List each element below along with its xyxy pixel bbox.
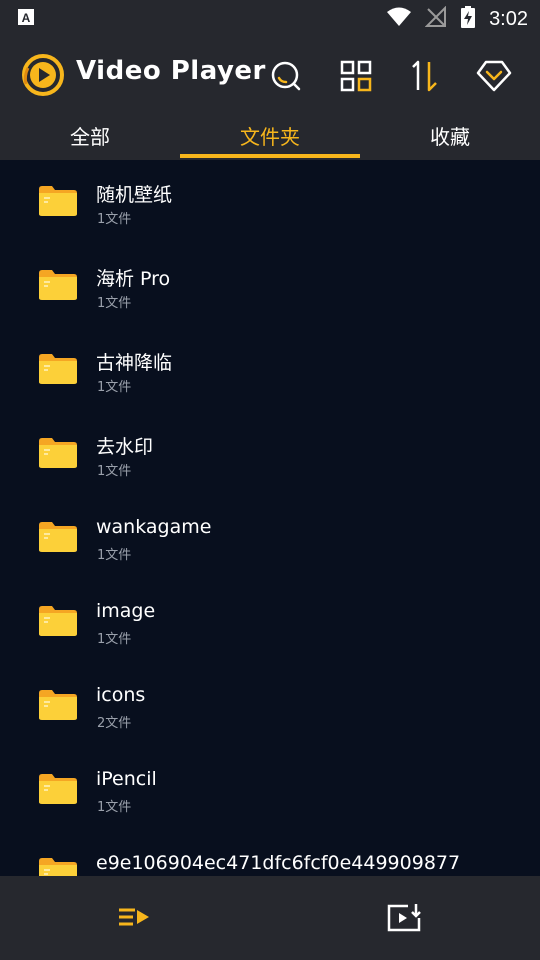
folder-row[interactable]: image 1文件 [0,580,540,664]
folder-row[interactable]: 古神降临 1文件 [0,328,540,412]
tab-favorites[interactable]: 收藏 [360,116,540,160]
wifi-icon [387,7,412,31]
folder-icon [38,268,78,302]
no-signal-icon [424,5,447,32]
playlist-button[interactable] [117,902,153,934]
folder-name: image [96,600,156,622]
folder-file-count: 1文件 [97,380,132,395]
grid-view-button[interactable] [336,56,376,96]
folder-file-count: 1文件 [97,212,132,227]
svg-text:A: A [22,11,31,25]
folder-row[interactable]: wankagame 1文件 [0,496,540,580]
search-button[interactable] [266,56,306,96]
folder-icon [38,856,78,876]
folder-file-count: 1文件 [97,296,132,311]
folder-name: 海析 Pro [96,268,171,290]
video-import-icon [387,904,421,932]
folder-name: 去水印 [96,436,154,458]
a-notification-icon: A [18,9,34,29]
folder-icon [38,520,78,554]
folder-list[interactable]: 随机壁纸 1文件 海析 Pro 1文件 古神降临 1文件 去水印 1文件 wankagame 1文… [0,160,540,876]
folder-icon [38,688,78,722]
vip-icon [476,60,512,92]
tab-bar: 全部 文件夹 收藏 [0,116,540,160]
app-header: Video Player [0,36,540,116]
folder-icon [38,352,78,386]
app-title: Video Player [76,56,266,86]
status-bar: A 3:02 [0,0,540,36]
folder-icon [38,772,78,806]
folder-name: icons [96,684,146,706]
folder-row[interactable]: icons 2文件 [0,664,540,748]
tab-all[interactable]: 全部 [0,116,180,160]
sort-icon [412,60,437,92]
playlist-icon [119,908,149,926]
folder-file-count: 1文件 [97,548,132,563]
folder-row[interactable]: 海析 Pro 1文件 [0,244,540,328]
folder-row[interactable]: iPencil 1文件 [0,748,540,832]
folder-file-count: 1文件 [97,800,132,815]
active-tab-indicator [180,154,360,158]
folder-row[interactable]: e9e106904ec471dfc6fcf0e449909877 [0,832,540,876]
bottom-navigation [0,876,540,960]
folder-name: wankagame [96,516,212,538]
search-icon [271,61,301,91]
sort-button[interactable] [404,56,444,96]
vip-button[interactable] [474,56,514,96]
folder-row[interactable]: 随机壁纸 1文件 [0,160,540,244]
battery-charging-icon [461,6,476,32]
folder-icon [38,436,78,470]
folder-file-count: 2文件 [97,716,132,731]
folder-name: 随机壁纸 [96,184,173,206]
folder-file-count: 1文件 [97,464,132,479]
folder-file-count: 1文件 [97,632,132,647]
app-logo-icon [22,54,64,96]
folder-row[interactable]: 去水印 1文件 [0,412,540,496]
video-import-button[interactable] [386,902,422,934]
status-time: 3:02 [489,7,528,30]
grid-view-icon [340,60,372,92]
folder-icon [38,184,78,218]
folder-name: e9e106904ec471dfc6fcf0e449909877 [96,852,461,874]
folder-name: iPencil [96,768,157,790]
folder-name: 古神降临 [96,352,173,374]
folder-icon [38,604,78,638]
video-player-app: A 3:02 Video Player 全部 文件夹 收藏 随机壁纸 1文件 海… [0,0,540,960]
